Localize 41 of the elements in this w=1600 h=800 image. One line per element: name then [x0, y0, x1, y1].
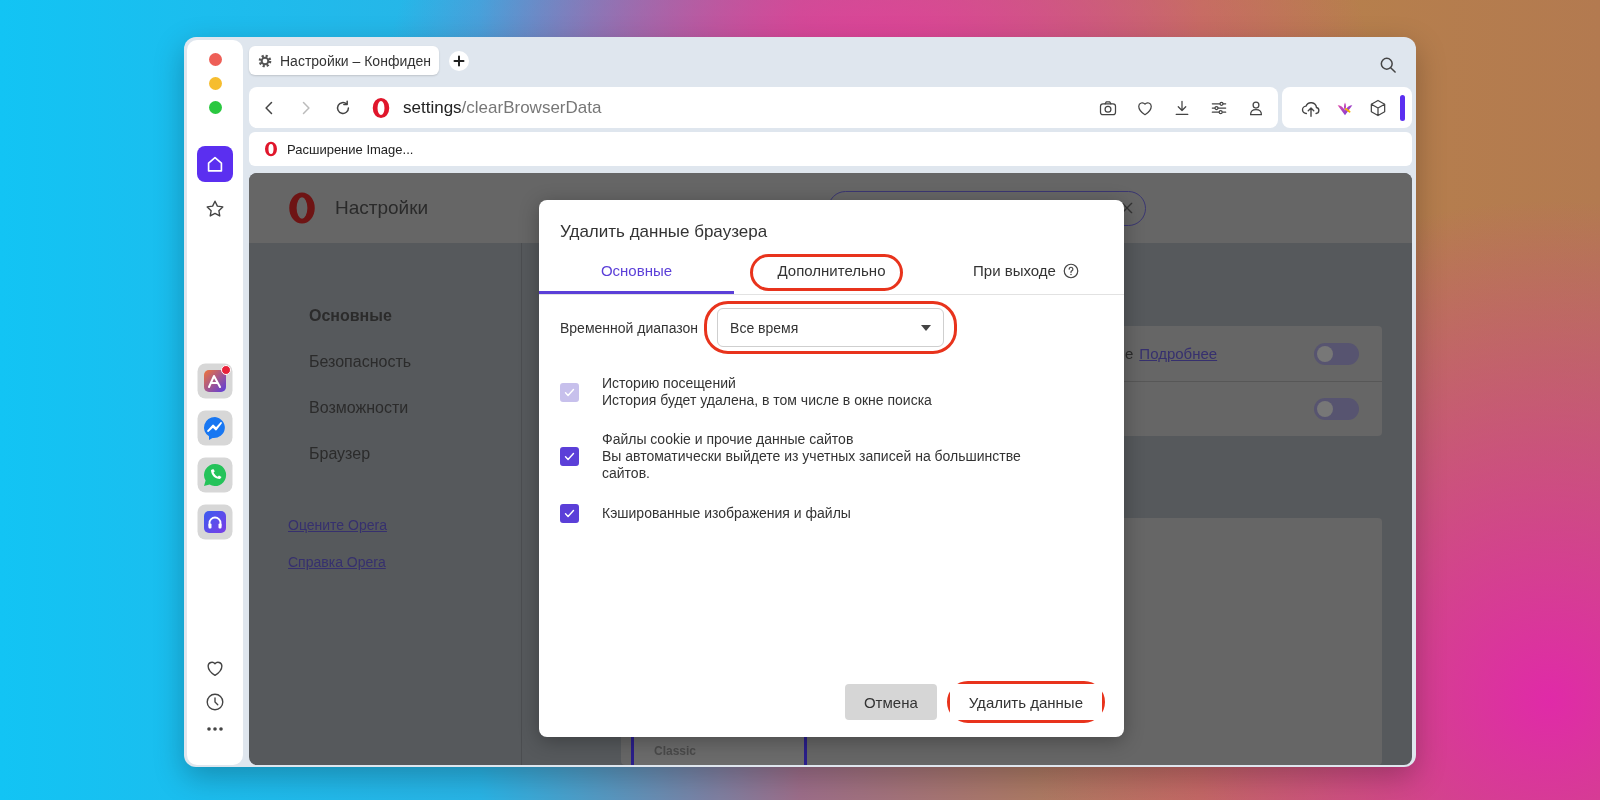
field-label: Временной диапазон [560, 319, 699, 336]
dialog-title: Удалить данные браузера [560, 222, 768, 242]
browser-tab[interactable]: Настройки – Конфиден [249, 46, 439, 75]
checkbox[interactable] [560, 504, 579, 523]
check-icon [563, 507, 576, 520]
new-tab-button[interactable] [448, 51, 469, 71]
help-icon[interactable] [1061, 261, 1080, 280]
gear-icon [257, 52, 273, 69]
option-description: Вы автоматически выйдете из учетных записей на большинстве сайтов. [602, 448, 1022, 482]
delete-button[interactable]: Удалить данные [949, 684, 1102, 720]
opera-logo-icon [370, 96, 392, 119]
panel-handle[interactable] [1400, 94, 1405, 121]
page-title: Настройки [335, 197, 429, 219]
option-title: Историю посещений [602, 375, 737, 392]
checkbox[interactable] [560, 447, 579, 466]
bookmark-item[interactable]: Расширение Image... [263, 141, 414, 157]
opera-logo-icon [263, 141, 279, 157]
clock-icon[interactable] [204, 691, 226, 713]
check-icon [563, 450, 576, 463]
option-title: Кэшированные изображения и файлы [602, 505, 852, 522]
option-title: Файлы cookie и прочие данные сайтов [602, 431, 855, 448]
cube-icon[interactable] [1368, 97, 1388, 118]
star-icon[interactable] [204, 198, 226, 220]
chat-bubble-icon[interactable] [197, 409, 233, 446]
toggle-switch[interactable] [1314, 342, 1359, 365]
app-icon[interactable] [197, 362, 233, 399]
caret-icon [921, 324, 932, 331]
toggle-switch[interactable] [1314, 398, 1359, 420]
dialog-tab[interactable]: При выходе [929, 250, 1124, 294]
home-button[interactable] [197, 146, 233, 182]
dialog-tab[interactable]: Дополнительно [734, 250, 929, 294]
close-button[interactable] [208, 53, 222, 66]
dialog-tab[interactable]: Основные [539, 250, 734, 294]
url-text: settings/clearBrowserData [403, 97, 602, 118]
more-icon[interactable] [205, 725, 225, 733]
search-icon[interactable] [1378, 55, 1398, 75]
cancel-button[interactable]: Отмена [844, 684, 937, 720]
option-description: История будет удалена, в том числе в окне поиска [602, 392, 933, 409]
headphones-icon[interactable] [197, 503, 233, 540]
time-range-dropdown[interactable]: Все время [717, 308, 945, 347]
address-bar[interactable]: settings/clearBrowserData [249, 87, 1278, 128]
